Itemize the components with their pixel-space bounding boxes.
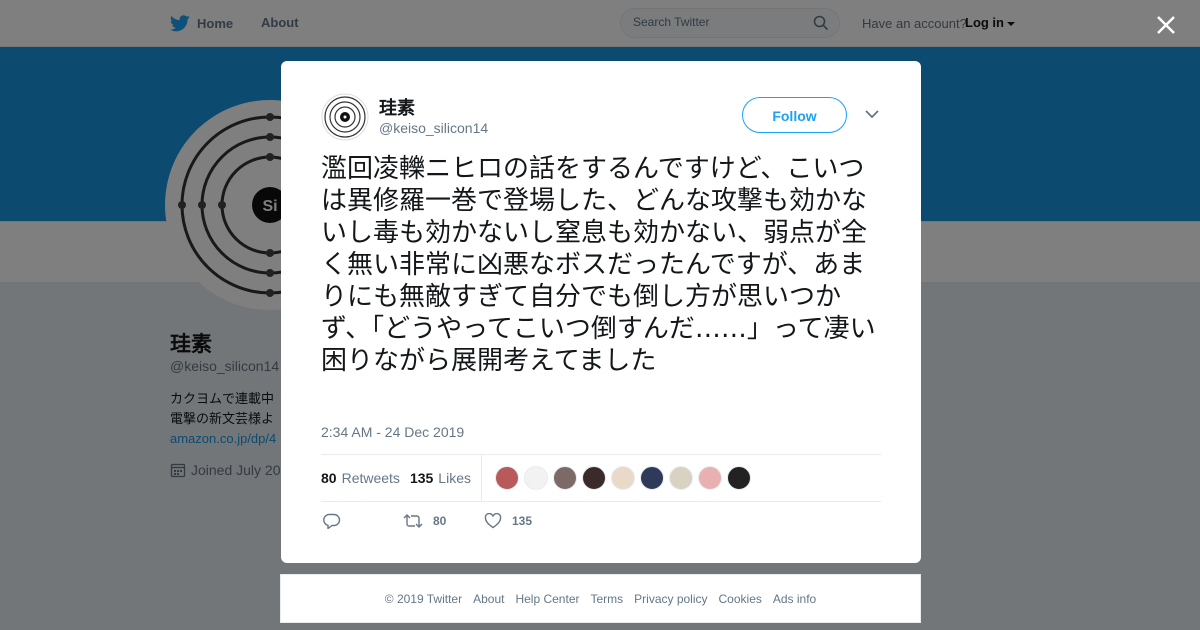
retweets-label[interactable]: Retweets xyxy=(342,470,400,486)
tweet-modal: 珪素 @keiso_silicon14 Follow 濫回凌轢ニヒロの話をするん… xyxy=(281,61,921,563)
retweet-button[interactable]: 80 xyxy=(403,513,446,529)
retweet-icon xyxy=(403,514,423,528)
footer-link-cookies[interactable]: Cookies xyxy=(719,592,762,606)
liker-avatar[interactable] xyxy=(495,466,519,490)
footer: © 2019 Twitter About Help Center Terms P… xyxy=(280,574,921,623)
retweets-count[interactable]: 80 xyxy=(321,470,337,486)
footer-link-about[interactable]: About xyxy=(473,592,504,606)
reply-icon xyxy=(323,513,341,529)
tweet-actions: 80 135 xyxy=(321,513,881,533)
tweet-stats: 80 Retweets 135 Likes xyxy=(321,455,471,501)
footer-link-terms[interactable]: Terms xyxy=(590,592,623,606)
tweet-author-avatar[interactable] xyxy=(321,93,369,141)
footer-link-ads[interactable]: Ads info xyxy=(773,592,816,606)
liker-avatar[interactable] xyxy=(582,466,606,490)
chevron-down-icon[interactable] xyxy=(865,109,879,119)
footer-link-privacy[interactable]: Privacy policy xyxy=(634,592,707,606)
liker-avatar[interactable] xyxy=(611,466,635,490)
liker-avatar[interactable] xyxy=(698,466,722,490)
liker-avatar[interactable] xyxy=(524,466,548,490)
tweet-author-name[interactable]: 珪素 xyxy=(379,94,415,120)
follow-button[interactable]: Follow xyxy=(742,97,847,133)
like-button[interactable]: 135 xyxy=(484,513,532,529)
likes-label[interactable]: Likes xyxy=(438,470,471,486)
liker-avatar[interactable] xyxy=(669,466,693,490)
footer-copyright: © 2019 Twitter xyxy=(384,591,463,606)
retweet-count: 80 xyxy=(433,514,447,528)
like-count: 135 xyxy=(512,514,533,528)
tweet-author-handle[interactable]: @keiso_silicon14 xyxy=(379,120,488,136)
heart-icon xyxy=(484,513,502,529)
reply-button[interactable] xyxy=(323,513,341,529)
divider xyxy=(321,501,881,502)
liker-avatar[interactable] xyxy=(553,466,577,490)
close-icon[interactable] xyxy=(1155,14,1177,36)
stats-separator xyxy=(481,455,482,501)
liker-avatar[interactable] xyxy=(727,466,751,490)
footer-link-help[interactable]: Help Center xyxy=(515,592,579,606)
tweet-text: 濫回凌轢ニヒロの話をするんですけど、こいつは異修羅一巻で登場した、どんな攻撃も効… xyxy=(321,154,876,376)
tweet-timestamp[interactable]: 2:34 AM - 24 Dec 2019 xyxy=(321,424,464,440)
likes-count[interactable]: 135 xyxy=(410,470,433,486)
liker-avatars xyxy=(495,466,751,490)
liker-avatar[interactable] xyxy=(640,466,664,490)
